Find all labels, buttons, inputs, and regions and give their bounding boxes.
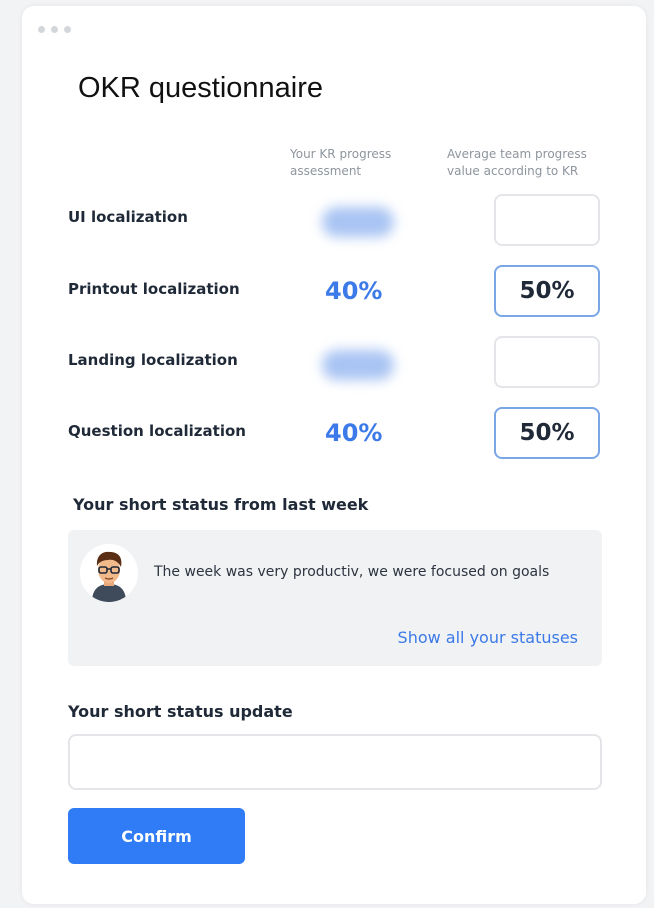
kr-row-label-landing: Landing localization	[68, 351, 238, 369]
confirm-button[interactable]: Confirm	[68, 808, 245, 864]
kr-row-label-ui: UI localization	[68, 208, 188, 226]
blurred-assessment-value	[322, 350, 394, 380]
assessment-value-question: 40%	[325, 419, 383, 447]
blurred-assessment-value	[322, 207, 394, 237]
last-week-heading: Your short status from last week	[73, 495, 369, 514]
team-progress-field-question[interactable]: 50%	[494, 407, 600, 459]
team-progress-field-printout[interactable]: 50%	[494, 265, 600, 317]
window-dots	[38, 26, 71, 33]
team-progress-field-ui[interactable]	[494, 194, 600, 246]
status-update-heading: Your short status update	[68, 702, 293, 721]
show-all-statuses-link[interactable]: Show all your statuses	[398, 628, 578, 647]
page-title: OKR questionnaire	[78, 72, 324, 104]
kr-row-label-printout: Printout localization	[68, 280, 240, 298]
column-header-your-assessment: Your KR progress assessment	[290, 147, 392, 178]
avatar	[80, 544, 138, 602]
team-progress-field-landing[interactable]	[494, 336, 600, 388]
questionnaire-card: OKR questionnaire Your KR progress asses…	[22, 6, 646, 904]
assessment-value-printout: 40%	[325, 277, 383, 305]
column-header-team-average: Average team progress value according to…	[447, 147, 587, 178]
avatar-illustration	[80, 544, 138, 602]
last-week-status-panel: The week was very productiv, we were foc…	[68, 530, 602, 666]
kr-row-label-question: Question localization	[68, 422, 246, 440]
status-update-input[interactable]	[68, 734, 602, 790]
window-dot-2	[51, 26, 58, 33]
last-week-status-text: The week was very productiv, we were foc…	[154, 564, 550, 580]
window-dot-3	[64, 26, 71, 33]
window-dot-1	[38, 26, 45, 33]
